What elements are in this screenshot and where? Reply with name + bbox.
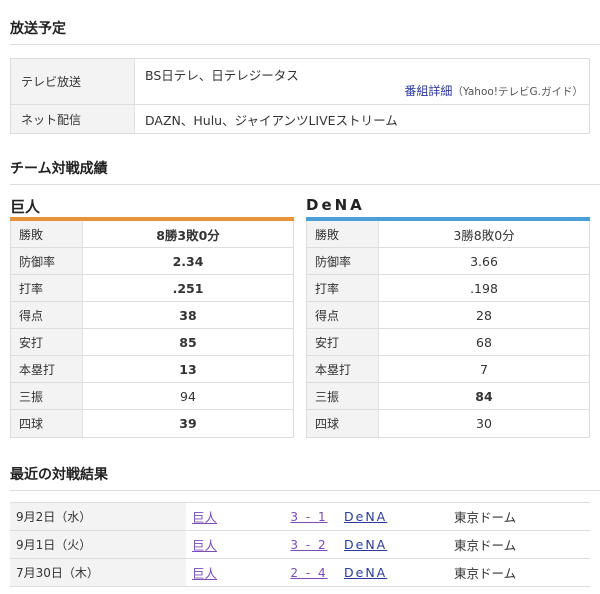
stat-row: 安打 85 — [11, 329, 293, 356]
venue: 東京ドーム — [454, 510, 517, 525]
stat-label: 勝敗 — [11, 221, 83, 247]
tv-row: テレビ放送 BS日テレ、日テレジータス 番組詳細（Yahoo!テレビG.ガイド） — [11, 59, 589, 105]
stat-value: 30 — [476, 416, 492, 431]
giants-team-name: 巨人 — [10, 198, 41, 216]
tv-channels: BS日テレ、日テレジータス — [145, 68, 299, 83]
stat-value: .198 — [470, 280, 498, 296]
stat-label: 三振 — [11, 383, 83, 409]
stat-value: 39 — [179, 416, 197, 431]
stat-row: 得点 38 — [11, 302, 293, 329]
stat-label: 安打 — [11, 329, 83, 355]
dena-stats-table: 勝敗 3勝8敗0分 防御率 3.66 打率 .198 得点 28 安打 68 本塁打 7 三… — [306, 221, 590, 438]
result-row: 9月1日（火） 巨人 3 - 2 DeNA 東京ドーム — [10, 531, 590, 559]
result-row: 7月30日（木） 巨人 2 - 4 DeNA 東京ドーム — [10, 559, 590, 587]
away-team-link[interactable]: DeNA — [336, 531, 448, 558]
stat-row: 四球 39 — [11, 410, 293, 437]
program-detail-link[interactable]: 番組詳細 — [404, 84, 452, 98]
away-team-link[interactable]: DeNA — [336, 559, 448, 586]
stat-label: 四球 — [11, 410, 83, 437]
stat-value: 84 — [475, 388, 493, 404]
dena-team-name: DeNA — [306, 196, 365, 214]
stat-label: 防御率 — [307, 248, 379, 274]
stat-label: 本塁打 — [307, 356, 379, 382]
venue: 東京ドーム — [454, 566, 517, 581]
stat-row: 打率 .198 — [307, 275, 589, 302]
result-date: 9月1日（火） — [10, 531, 186, 558]
stat-label: 得点 — [307, 302, 379, 328]
results-title: 最近の対戦結果 — [10, 467, 108, 483]
result-date: 7月30日（木） — [10, 559, 186, 586]
broadcast-table: テレビ放送 BS日テレ、日テレジータス 番組詳細（Yahoo!テレビG.ガイド）… — [10, 58, 590, 134]
home-team-link[interactable]: 巨人 — [186, 503, 282, 530]
stat-label: 防御率 — [11, 248, 83, 274]
result-row: 9月2日（水） 巨人 3 - 1 DeNA 東京ドーム — [10, 503, 590, 531]
stat-row: 本塁打 7 — [307, 356, 589, 383]
away-team-link[interactable]: DeNA — [336, 503, 448, 530]
stat-label: 勝敗 — [307, 221, 379, 247]
giants-stats-table: 勝敗 8勝3敗0分 防御率 2.34 打率 .251 得点 38 安打 85 本塁打 13 … — [10, 221, 294, 438]
score-link[interactable]: 3 - 1 — [282, 503, 336, 530]
home-team-link[interactable]: 巨人 — [186, 531, 282, 558]
stat-value: 94 — [180, 388, 196, 404]
stat-row: 得点 28 — [307, 302, 589, 329]
score-link[interactable]: 3 - 2 — [282, 531, 336, 558]
home-team-link[interactable]: 巨人 — [186, 559, 282, 586]
section-divider — [10, 184, 600, 185]
stat-row: 打率 .251 — [11, 275, 293, 302]
tv-label: テレビ放送 — [11, 59, 135, 104]
matchup-title: チーム対戦成績 — [10, 161, 108, 177]
stat-row: 防御率 3.66 — [307, 248, 589, 275]
stat-row: 安打 68 — [307, 329, 589, 356]
tv-value-cell: BS日テレ、日テレジータス 番組詳細（Yahoo!テレビG.ガイド） — [135, 59, 589, 104]
broadcast-title: 放送予定 — [10, 21, 66, 37]
net-label: ネット配信 — [11, 105, 135, 133]
stat-row: 勝敗 3勝8敗0分 — [307, 221, 589, 248]
stat-label: 四球 — [307, 410, 379, 437]
stat-label: 打率 — [307, 275, 379, 301]
section-divider — [10, 490, 600, 491]
tv-detail: 番組詳細（Yahoo!テレビG.ガイド） — [404, 82, 583, 99]
stat-value: 68 — [476, 334, 492, 350]
stat-value: 2.34 — [172, 253, 204, 269]
detail-source: （Yahoo!テレビG.ガイド） — [452, 86, 583, 98]
stat-label: 三振 — [307, 383, 379, 409]
venue: 東京ドーム — [454, 538, 517, 553]
stat-label: 安打 — [307, 329, 379, 355]
stat-label: 本塁打 — [11, 356, 83, 382]
results-table: 9月2日（水） 巨人 3 - 1 DeNA 東京ドーム 9月1日（火） 巨人 3… — [10, 502, 590, 587]
stat-row: 勝敗 8勝3敗0分 — [11, 221, 293, 248]
stat-label: 得点 — [11, 302, 83, 328]
stat-row: 三振 94 — [11, 383, 293, 410]
stat-value: 13 — [179, 361, 197, 377]
stat-value: 85 — [179, 334, 197, 350]
score-link[interactable]: 2 - 4 — [282, 559, 336, 586]
stat-row: 本塁打 13 — [11, 356, 293, 383]
result-date: 9月2日（水） — [10, 503, 186, 530]
stat-value: 3勝8敗0分 — [453, 227, 515, 243]
net-value: DAZN、Hulu、ジャイアンツLIVEストリーム — [145, 112, 398, 128]
stat-value: 28 — [476, 307, 492, 323]
stat-value: .251 — [172, 280, 204, 296]
stat-value: 38 — [179, 307, 197, 323]
stat-row: 防御率 2.34 — [11, 248, 293, 275]
stat-value: 8勝3敗0分 — [156, 227, 220, 243]
stat-row: 三振 84 — [307, 383, 589, 410]
net-row: ネット配信 DAZN、Hulu、ジャイアンツLIVEストリーム — [11, 105, 589, 133]
stat-label: 打率 — [11, 275, 83, 301]
stat-value: 3.66 — [470, 253, 498, 269]
section-divider — [10, 44, 600, 45]
stat-row: 四球 30 — [307, 410, 589, 437]
stat-value: 7 — [480, 361, 488, 377]
